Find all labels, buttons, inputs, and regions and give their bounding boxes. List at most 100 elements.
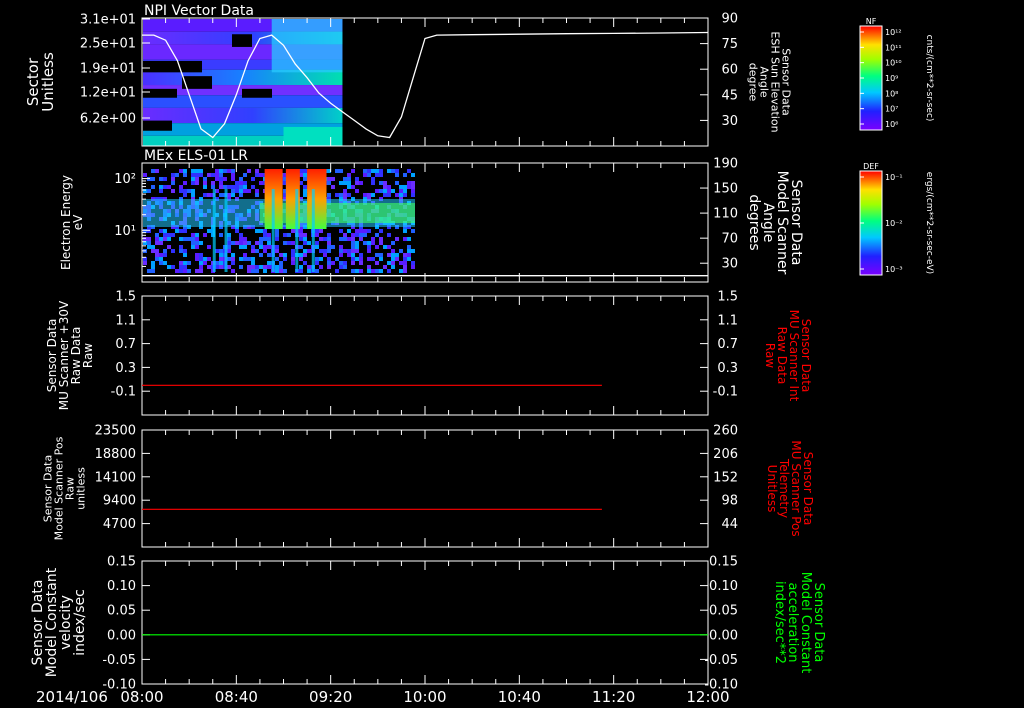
els-heatmap-cell xyxy=(267,233,271,237)
els-heatmap-cell xyxy=(395,173,399,177)
els-heatmap-cell xyxy=(303,173,307,177)
right-tick-label: 150 xyxy=(713,182,738,197)
els-heatmap-cell xyxy=(243,181,247,185)
els-heatmap-cell xyxy=(307,249,311,253)
els-heatmap-cell xyxy=(251,269,255,273)
els-heatmap-cell xyxy=(231,173,235,177)
els-heatmap-cell xyxy=(255,229,259,233)
els-heatmap-cell xyxy=(167,233,171,237)
els-heatmap-cell xyxy=(363,173,367,177)
els-heatmap-cell xyxy=(347,177,351,181)
els-heatmap-cell xyxy=(263,233,267,237)
els-heatmap-cell xyxy=(355,189,359,193)
els-heatmap-cell xyxy=(303,253,307,257)
els-heatmap-cell xyxy=(167,245,171,249)
els-heatmap-cell xyxy=(391,265,395,269)
els-heatmap-cell xyxy=(391,249,395,253)
els-heatmap-cell xyxy=(227,237,231,241)
els-heatmap-cell xyxy=(187,189,191,193)
els-heatmap-cell xyxy=(359,269,363,273)
els-heatmap-cell xyxy=(159,257,163,261)
els-heatmap-cell xyxy=(259,181,263,185)
colorbar-title: DEF xyxy=(863,162,879,171)
els-heatmap-cell xyxy=(263,229,267,233)
els-heatmap-cell xyxy=(383,189,387,193)
els-heatmap-cell xyxy=(211,185,215,189)
colorbar-tick-label: 10⁹ xyxy=(885,74,898,83)
els-heatmap-cell xyxy=(243,253,247,257)
els-heatmap-cell xyxy=(211,173,215,177)
els-heatmap-cell xyxy=(159,253,163,257)
els-heatmap-cell xyxy=(155,253,159,257)
els-heatmap-cell xyxy=(351,237,355,241)
els-heatmap-cell xyxy=(387,261,391,265)
panel-npi-vector-data: 3.1e+01 2.5e+01 1.9e+01 1.2e+01 6.2e+00 90 75 6… xyxy=(24,3,934,147)
els-heatmap-cell xyxy=(399,249,403,253)
els-heatmap-cell xyxy=(231,177,235,181)
els-heatmap-cell xyxy=(239,241,243,245)
els-heatmap-cell xyxy=(315,241,319,245)
els-heatmap-cell xyxy=(291,241,295,245)
els-heatmap-cell xyxy=(323,253,327,257)
els-heatmap-cell xyxy=(179,245,183,249)
els-heatmap-cell xyxy=(403,193,407,197)
els-heatmap-cell xyxy=(199,265,203,269)
els-heatmap-cell xyxy=(219,253,223,257)
left-tick-label: -0.05 xyxy=(102,653,136,668)
els-heatmap-cell xyxy=(327,233,331,237)
els-heatmap-cell xyxy=(219,249,223,253)
els-heatmap-cell xyxy=(171,233,175,237)
els-heatmap-cell xyxy=(227,245,231,249)
els-heatmap-cell xyxy=(375,253,379,257)
els-heatmap-cell xyxy=(315,257,319,261)
els-heatmap-cell xyxy=(191,173,195,177)
els-heatmap-cell xyxy=(323,237,327,241)
panel-scanner-pos: 23500 18800 14100 9400 4700 260 206 152 98 44 Sens… xyxy=(41,424,815,548)
els-heatmap-cell xyxy=(367,173,371,177)
els-heatmap-cell xyxy=(351,269,355,273)
els-heatmap-cell xyxy=(187,261,191,265)
els-heatmap-cell xyxy=(379,229,383,233)
els-heatmap-cell xyxy=(199,261,203,265)
els-heatmap-belt-core xyxy=(259,203,415,223)
els-heatmap-cell xyxy=(207,173,211,177)
els-heatmap-cell xyxy=(231,253,235,257)
els-heatmap-cell xyxy=(315,229,319,233)
els-heatmap-cell xyxy=(195,241,199,245)
els-heatmap-cell xyxy=(359,261,363,265)
right-tick-label: 70 xyxy=(721,232,738,247)
els-heatmap-cell xyxy=(259,229,263,233)
npi-heatmap-gap xyxy=(143,60,202,73)
els-heatmap-cell xyxy=(379,169,383,173)
els-heatmap-cell xyxy=(219,173,223,177)
els-heatmap-cell xyxy=(183,237,187,241)
els-heatmap-streak xyxy=(224,189,228,272)
els-heatmap-cell xyxy=(239,245,243,249)
els-heatmap-cell xyxy=(195,257,199,261)
els-heatmap-cell xyxy=(383,181,387,185)
els-heatmap-streak xyxy=(271,189,275,272)
els-heatmap-cell xyxy=(227,233,231,237)
right-axis-label-line: Unitless xyxy=(765,465,779,513)
right-tick-label: 1.5 xyxy=(717,290,738,305)
left-tick-label: 1.1 xyxy=(115,313,136,328)
els-heatmap-cell xyxy=(403,269,407,273)
els-heatmap-cell xyxy=(231,257,235,261)
time-tick-label: 12:00 xyxy=(686,688,729,706)
colorbar-unit-label: ergs/(cm**2-sr-sec-eV) xyxy=(924,172,934,274)
colorbar-tick-label: 10⁻² xyxy=(885,219,903,228)
els-heatmap-cell xyxy=(227,249,231,253)
els-heatmap-cell xyxy=(147,241,151,245)
colorbar-unit: cnts/(cm**2-sr-sec) xyxy=(924,35,934,122)
els-heatmap-cell xyxy=(383,185,387,189)
els-heatmap-cell xyxy=(335,169,339,173)
els-heatmap-cell xyxy=(371,181,375,185)
els-heatmap-cell xyxy=(379,173,383,177)
els-heatmap-cell xyxy=(387,169,391,173)
els-heatmap-cell xyxy=(399,189,403,193)
right-tick-label: -0.1 xyxy=(713,385,738,400)
els-heatmap-cell xyxy=(339,181,343,185)
els-heatmap-cell xyxy=(159,229,163,233)
els-heatmap-cell xyxy=(247,257,251,261)
els-heatmap-cell xyxy=(351,169,355,173)
